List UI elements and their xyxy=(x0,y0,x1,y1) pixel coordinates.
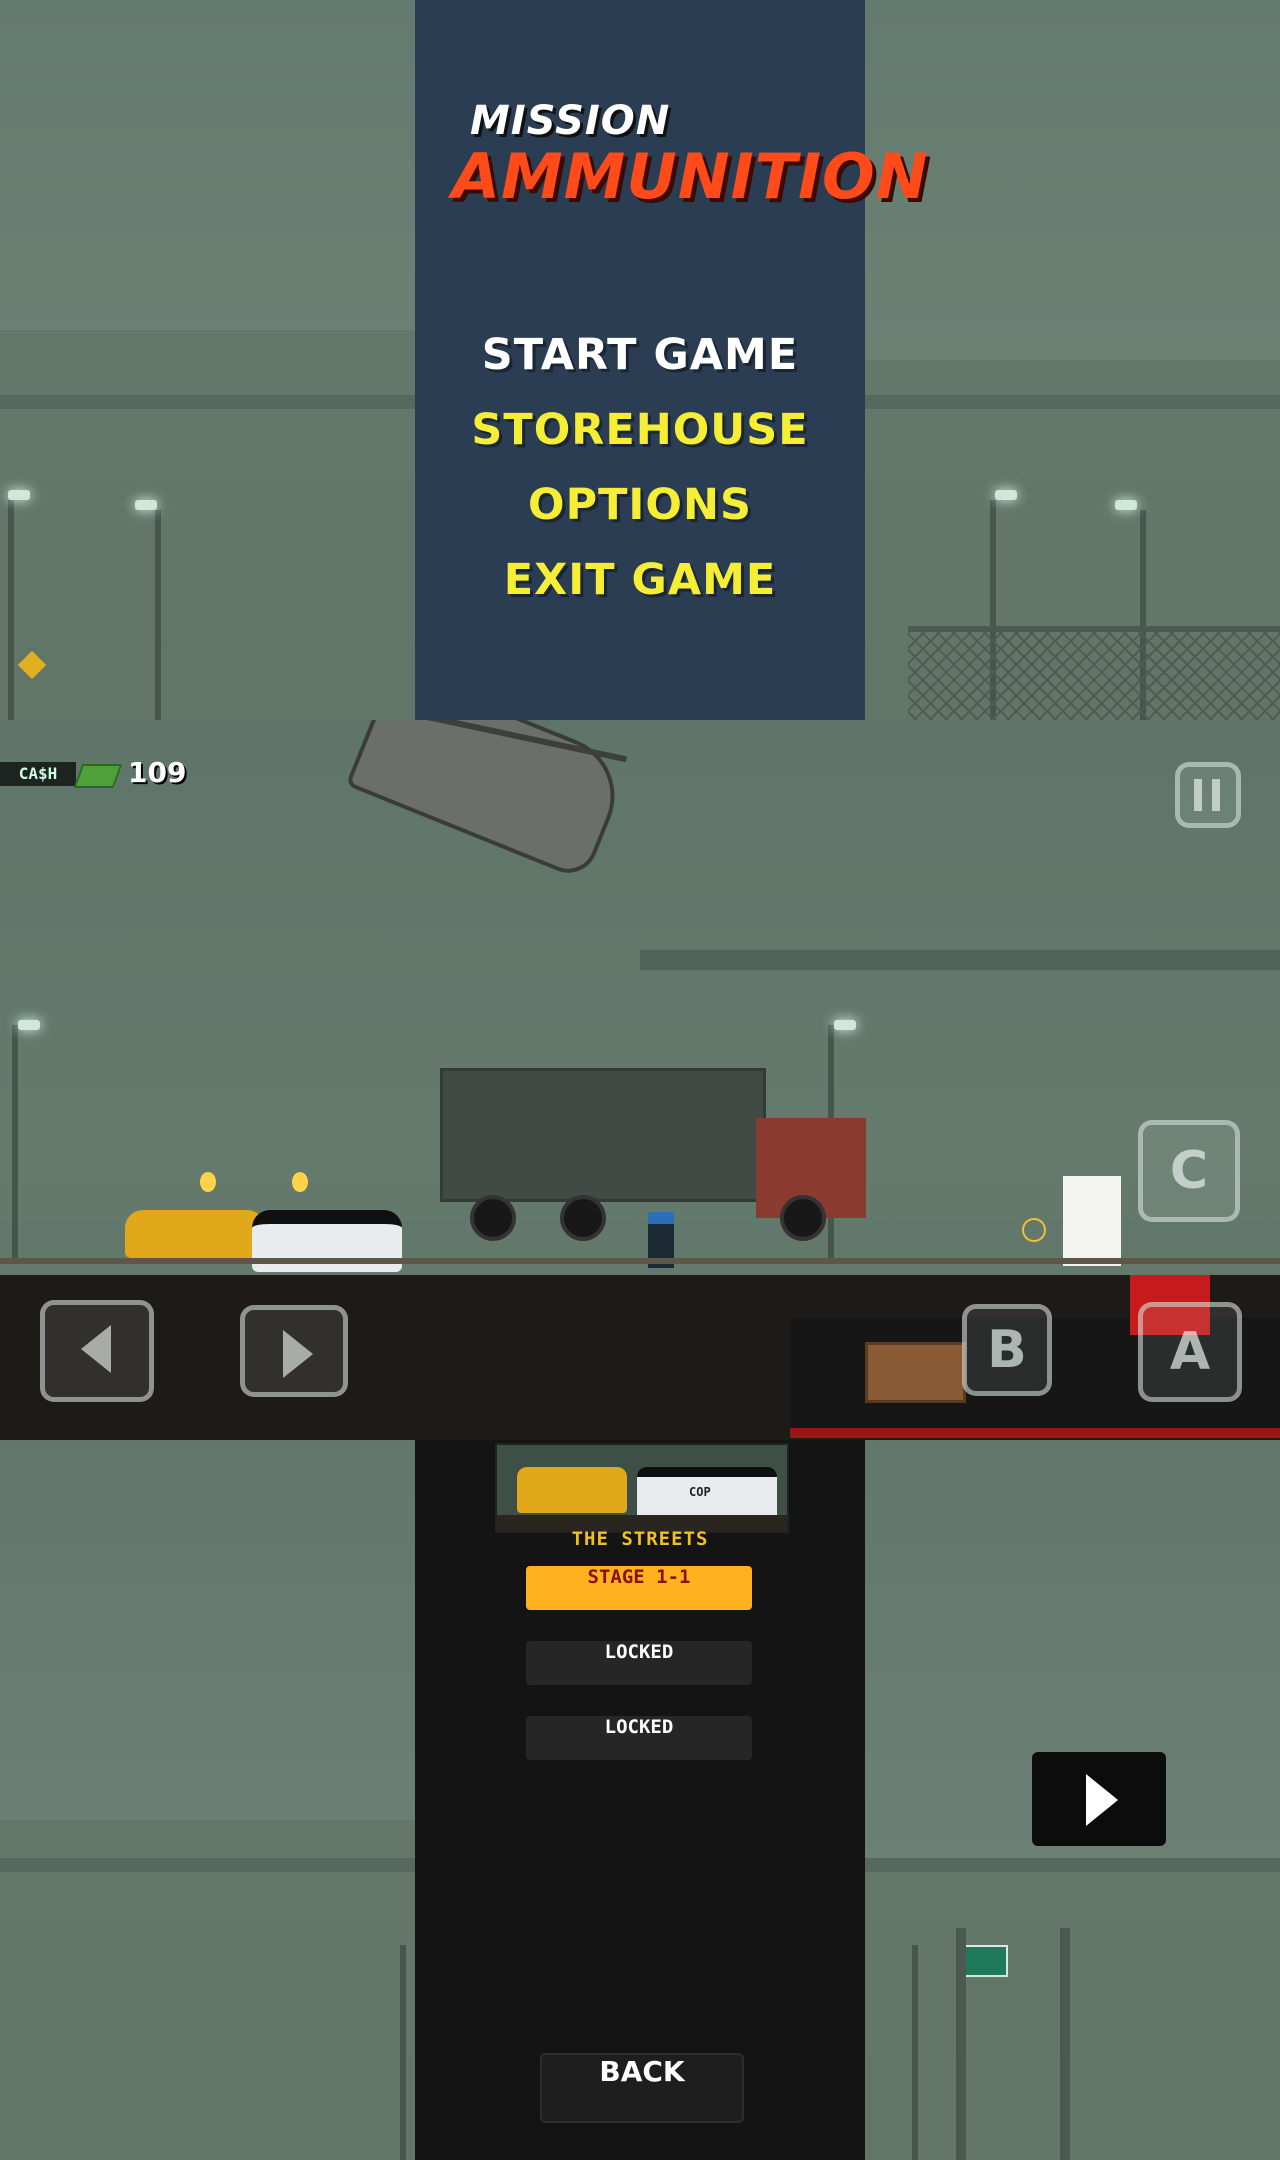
coin-icon xyxy=(200,1172,216,1192)
truck-wheel xyxy=(470,1195,516,1241)
a-button[interactable]: A xyxy=(1138,1302,1242,1402)
lamp-light xyxy=(135,500,157,510)
street-lamp xyxy=(912,1945,918,2160)
street-lamp xyxy=(12,1025,18,1260)
stage-1-1-button[interactable]: STAGE 1-1 xyxy=(526,1566,752,1610)
left-arrow-icon xyxy=(81,1325,111,1373)
level-thumbnail: COP xyxy=(495,1443,789,1533)
background-building xyxy=(860,1860,1280,2160)
play-icon xyxy=(1086,1774,1118,1826)
right-arrow-icon xyxy=(283,1330,313,1378)
lamp-light xyxy=(995,490,1017,500)
gameplay-screen: CA$H 109 C B A xyxy=(0,720,1280,1440)
military-truck xyxy=(440,1068,766,1202)
sign-gantry xyxy=(956,1928,966,2160)
main-menu-screen: MISSION AMMUNITION START GAME STOREHOUSE… xyxy=(0,0,1280,720)
street-lamp xyxy=(400,1945,406,2160)
street-lamp xyxy=(155,510,161,720)
lamp-light xyxy=(834,1020,856,1030)
b-button[interactable]: B xyxy=(962,1304,1052,1396)
cash-icon xyxy=(73,764,123,788)
move-left-button[interactable] xyxy=(40,1300,154,1402)
chain-fence xyxy=(908,626,1280,720)
truck-wheel xyxy=(780,1195,826,1241)
overpass xyxy=(640,950,1280,970)
level-title: THE STREETS xyxy=(571,1528,709,1550)
muzzle-flash xyxy=(1063,1176,1121,1266)
coin-icon xyxy=(292,1172,308,1192)
move-right-button[interactable] xyxy=(240,1305,348,1397)
menu-exit-game[interactable]: EXIT GAME xyxy=(415,555,865,605)
menu-start-game[interactable]: START GAME xyxy=(415,330,865,380)
stage-locked-button[interactable]: LOCKED xyxy=(526,1641,752,1685)
cash-value: 109 xyxy=(128,756,187,789)
c-button[interactable]: C xyxy=(1138,1120,1240,1222)
thumbnail-taxi xyxy=(517,1467,627,1513)
logo-title-bottom: AMMUNITION xyxy=(452,140,929,213)
level-select-screen: COP THE STREETS STAGE 1-1 LOCKED LOCKED … xyxy=(0,1440,1280,2160)
coin-ring-icon xyxy=(1022,1218,1046,1242)
cash-label: CA$H xyxy=(0,762,76,786)
lamp-light xyxy=(18,1020,40,1030)
wooden-crate xyxy=(865,1342,966,1403)
back-button[interactable]: BACK xyxy=(540,2053,744,2123)
truck-wheel xyxy=(560,1195,606,1241)
logo-title-top: MISSION xyxy=(470,98,671,144)
play-button[interactable] xyxy=(1032,1752,1166,1846)
menu-options[interactable]: OPTIONS xyxy=(415,480,865,530)
street-lamp xyxy=(8,500,14,720)
pause-button[interactable] xyxy=(1175,762,1241,828)
menu-storehouse[interactable]: STOREHOUSE xyxy=(415,405,865,455)
lamp-light xyxy=(1115,500,1137,510)
stage-locked-button[interactable]: LOCKED xyxy=(526,1716,752,1760)
background-building xyxy=(0,330,420,720)
sidewalk-edge xyxy=(0,1258,1280,1264)
pause-icon xyxy=(1194,779,1202,811)
lamp-light xyxy=(8,490,30,500)
taxi-car xyxy=(125,1210,265,1258)
